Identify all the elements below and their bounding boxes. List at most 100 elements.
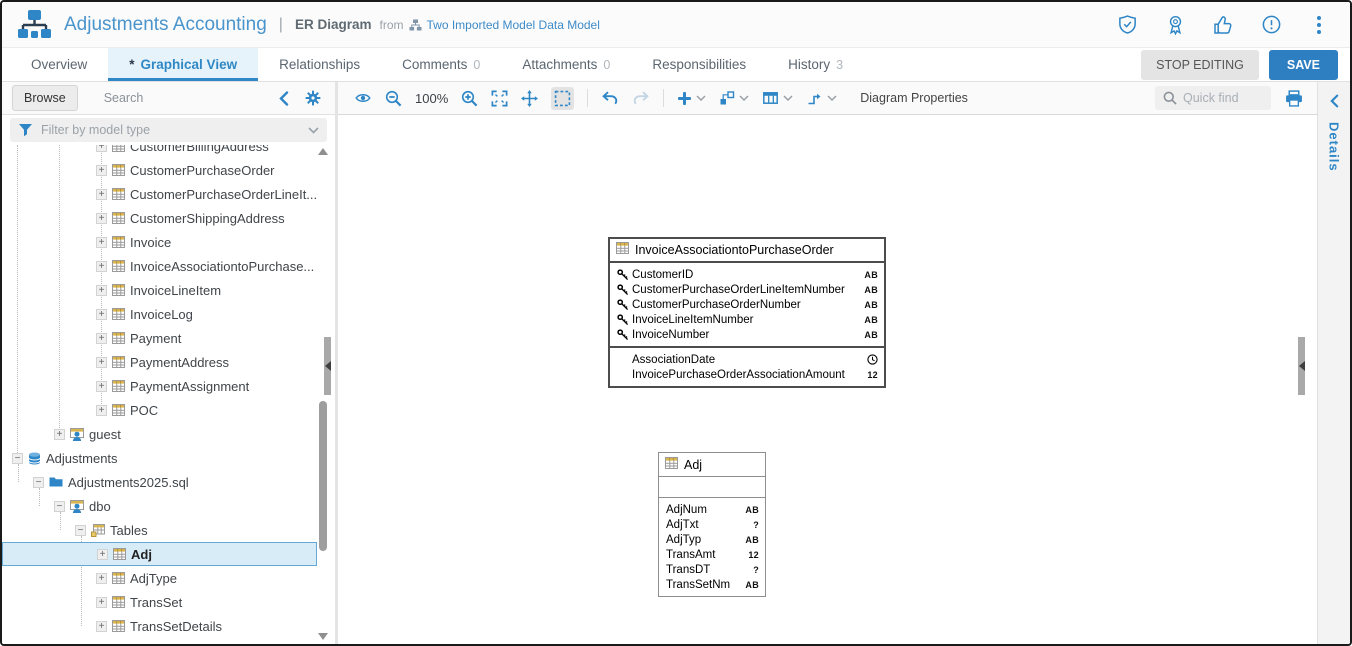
tab-history[interactable]: History3 <box>767 48 864 81</box>
collapse-panel-chevron-icon[interactable] <box>279 91 289 106</box>
stop-editing-button[interactable]: STOP EDITING <box>1141 50 1259 80</box>
tree-item-transsetdetails[interactable]: +TransSetDetails <box>2 614 317 638</box>
add-object-dropdown[interactable] <box>677 91 706 106</box>
collapse-icon[interactable]: − <box>75 525 86 536</box>
undo-icon[interactable] <box>601 91 619 106</box>
expand-icon[interactable]: + <box>96 145 107 152</box>
attribute-row[interactable]: InvoicePurchaseOrderAssociationAmount12 <box>610 367 884 382</box>
tree-item-customerpurchaseorder[interactable]: +CustomerPurchaseOrder <box>2 158 317 182</box>
browse-button[interactable]: Browse <box>12 85 78 111</box>
expand-icon[interactable]: + <box>96 381 107 392</box>
diagram-properties-button[interactable]: Diagram Properties <box>860 91 968 105</box>
alert-circle-icon[interactable] <box>1260 14 1282 36</box>
details-tab[interactable]: Details <box>1327 122 1342 172</box>
tree-item-customershippingaddress[interactable]: +CustomerShippingAddress <box>2 206 317 230</box>
attribute-row[interactable]: AdjTypAB <box>659 532 765 547</box>
thumbs-up-icon[interactable] <box>1212 14 1234 36</box>
entity-header[interactable]: InvoiceAssociationtoPurchaseOrder <box>610 239 884 263</box>
entity-header[interactable]: Adj <box>659 453 765 477</box>
expand-icon[interactable]: + <box>54 429 65 440</box>
expand-icon[interactable]: + <box>97 549 108 560</box>
tree-item-invoice[interactable]: +Invoice <box>2 230 317 254</box>
expand-icon[interactable]: + <box>96 357 107 368</box>
tab-responsibilities[interactable]: Responsibilities <box>631 48 767 81</box>
expand-icon[interactable]: + <box>96 213 107 224</box>
expand-icon[interactable]: + <box>96 309 107 320</box>
scroll-down-arrow[interactable] <box>318 633 328 640</box>
expand-icon[interactable]: + <box>96 573 107 584</box>
search-tab[interactable]: Search <box>104 91 144 105</box>
kebab-menu-icon[interactable] <box>1308 14 1330 36</box>
tab-overview[interactable]: Overview <box>10 48 108 81</box>
zoom-out-icon[interactable] <box>385 90 402 107</box>
collapse-left-panel-handle[interactable] <box>324 337 331 395</box>
expand-icon[interactable]: + <box>96 261 107 272</box>
quick-find-box[interactable] <box>1155 86 1271 110</box>
visibility-eye-icon[interactable] <box>354 91 372 105</box>
tree-item-guest[interactable]: +guest <box>2 422 317 446</box>
zoom-in-icon[interactable] <box>461 90 478 107</box>
entity-invoiceassociationtopurchaseorder[interactable]: InvoiceAssociationtoPurchaseOrder Custome… <box>608 237 886 388</box>
pan-move-icon[interactable] <box>521 90 538 107</box>
tree-item-tables[interactable]: −Tables <box>2 518 317 542</box>
tree-item-paymentassignment[interactable]: +PaymentAssignment <box>2 374 317 398</box>
attribute-row[interactable]: TransSetNmAB <box>659 577 765 592</box>
scrollbar-thumb[interactable] <box>319 401 327 551</box>
tree-item-poc[interactable]: +POC <box>2 398 317 422</box>
tree-item-paymentaddress[interactable]: +PaymentAddress <box>2 350 317 374</box>
scroll-up-arrow[interactable] <box>318 148 328 155</box>
key-attribute-row[interactable]: CustomerPurchaseOrderNumberAB <box>610 297 884 312</box>
tree-item-payment[interactable]: +Payment <box>2 326 317 350</box>
tree-item-customerbillingaddress[interactable]: +CustomerBillingAddress <box>2 145 317 158</box>
tab-relationships[interactable]: Relationships <box>258 48 381 81</box>
attribute-row[interactable]: AdjNumAB <box>659 502 765 517</box>
open-details-chevron-icon[interactable] <box>1330 94 1339 108</box>
model-name[interactable]: Two Imported Model Data Model <box>426 18 599 32</box>
expand-icon[interactable]: + <box>96 165 107 176</box>
certify-award-icon[interactable] <box>1164 14 1186 36</box>
expand-icon[interactable]: + <box>96 597 107 608</box>
expand-icon[interactable]: + <box>96 189 107 200</box>
tab-comments[interactable]: Comments0 <box>381 48 501 81</box>
save-button[interactable]: SAVE <box>1269 50 1338 80</box>
quick-find-input[interactable] <box>1183 91 1263 105</box>
expand-icon[interactable]: + <box>96 621 107 632</box>
attribute-row[interactable]: AssociationDate <box>610 352 884 367</box>
collapse-icon[interactable]: − <box>54 501 65 512</box>
tree-item-adjustments2025-sql[interactable]: −Adjustments2025.sql <box>2 470 317 494</box>
key-attribute-row[interactable]: InvoiceNumberAB <box>610 327 884 342</box>
table-display-dropdown[interactable] <box>762 90 793 106</box>
key-attribute-row[interactable]: CustomerPurchaseOrderLineItemNumberAB <box>610 282 884 297</box>
fit-to-screen-icon[interactable] <box>491 90 508 107</box>
attribute-row[interactable]: TransDT? <box>659 562 765 577</box>
expand-icon[interactable]: + <box>96 333 107 344</box>
key-attribute-row[interactable]: CustomerIDAB <box>610 267 884 282</box>
entity-adj[interactable]: AdjAdjNumABAdjTxt?AdjTypABTransAmt12Tran… <box>658 452 766 597</box>
collapse-icon[interactable]: − <box>12 453 23 464</box>
tree-item-invoiceassociationtopurchase[interactable]: +InvoiceAssociationtoPurchase... <box>2 254 317 278</box>
key-attribute-row[interactable]: InvoiceLineItemNumberAB <box>610 312 884 327</box>
expand-icon[interactable]: + <box>96 285 107 296</box>
shield-check-icon[interactable] <box>1116 14 1138 36</box>
collapse-right-panel-handle[interactable] <box>1298 337 1305 395</box>
marquee-select-icon[interactable] <box>551 87 574 110</box>
collapse-icon[interactable]: − <box>33 477 44 488</box>
tree-item-adjustments[interactable]: −Adjustments <box>2 446 317 470</box>
tree-item-customerpurchaseorderlineit[interactable]: +CustomerPurchaseOrderLineIt... <box>2 182 317 206</box>
attribute-row[interactable]: AdjTxt? <box>659 517 765 532</box>
tree-item-adj[interactable]: +Adj <box>2 542 317 566</box>
tree-item-dbo[interactable]: −dbo <box>2 494 317 518</box>
filter-by-model-type-select[interactable]: Filter by model type <box>10 118 327 142</box>
auto-layout-dropdown[interactable] <box>719 90 749 106</box>
model-link[interactable]: Two Imported Model Data Model <box>409 18 599 32</box>
expand-icon[interactable]: + <box>96 405 107 416</box>
tab-graphical-view[interactable]: *Graphical View <box>108 48 258 81</box>
tree-item-invoicelineitem[interactable]: +InvoiceLineItem <box>2 278 317 302</box>
tree-item-transset[interactable]: +TransSet <box>2 590 317 614</box>
connector-style-dropdown[interactable] <box>806 90 837 106</box>
expand-icon[interactable]: + <box>96 237 107 248</box>
gear-icon[interactable] <box>305 90 321 106</box>
redo-icon[interactable] <box>632 91 650 106</box>
tree-item-invoicelog[interactable]: +InvoiceLog <box>2 302 317 326</box>
tree-item-adjtype[interactable]: +AdjType <box>2 566 317 590</box>
